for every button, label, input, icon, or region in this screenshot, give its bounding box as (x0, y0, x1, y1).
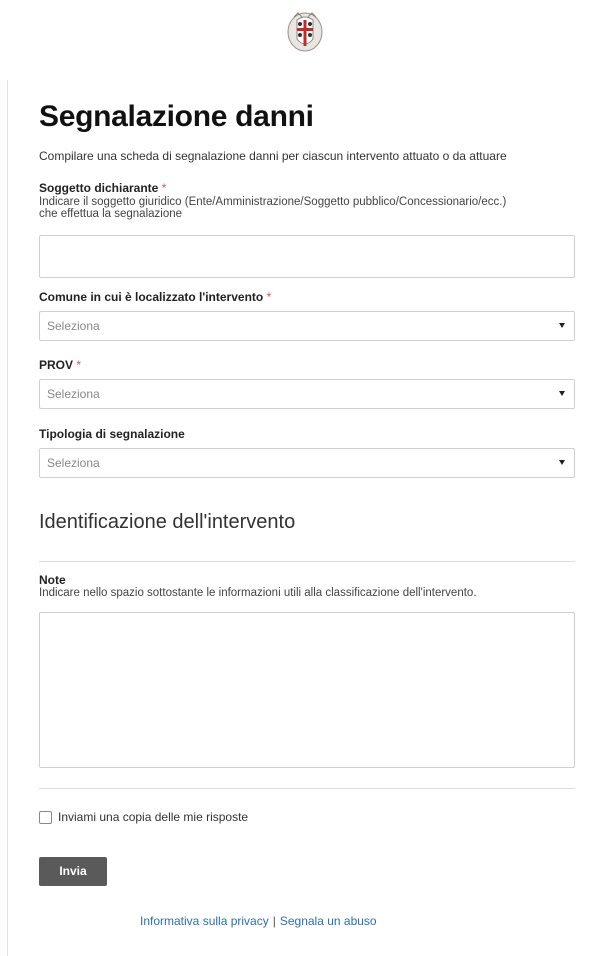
comune-select[interactable]: Seleziona (39, 311, 575, 341)
comune-label: Comune in cui è localizzato l'intervento… (39, 290, 271, 304)
soggetto-help-line2: che effettua la segnalazione (39, 208, 183, 220)
soggetto-input[interactable] (39, 235, 575, 278)
note-help: Indicare nello spazio sottostante le inf… (39, 587, 477, 599)
submit-button[interactable]: Invia (39, 857, 107, 886)
page-title: Segnalazione danni (39, 100, 314, 133)
chevron-down-icon (559, 391, 565, 396)
soggetto-label-text: Soggetto dichiarante (39, 181, 159, 195)
prov-label: PROV * (39, 358, 81, 372)
privacy-link[interactable]: Informativa sulla privacy (140, 914, 269, 928)
note-label: Note (39, 573, 66, 587)
required-mark: * (161, 181, 167, 195)
prov-select-value: Seleziona (47, 387, 100, 401)
form-description: Compilare una scheda di segnalazione dan… (39, 149, 507, 163)
sardinia-coat-of-arms-icon (287, 12, 323, 52)
abuse-link[interactable]: Segnala un abuso (280, 914, 377, 928)
tipologia-label: Tipologia di segnalazione (39, 427, 185, 441)
copy-checkbox-label[interactable]: Inviami una copia delle mie risposte (58, 810, 248, 824)
left-border (7, 80, 8, 956)
tipologia-select[interactable]: Seleziona (39, 448, 575, 478)
footer-separator: | (272, 914, 276, 928)
footer-links: Informativa sulla privacy | Segnala un abu… (140, 914, 377, 928)
comune-select-value: Seleziona (47, 319, 100, 333)
note-textarea[interactable] (39, 612, 575, 768)
chevron-down-icon (559, 460, 565, 465)
soggetto-label: Soggetto dichiarante * (39, 181, 166, 195)
divider (39, 561, 575, 562)
divider (39, 788, 575, 789)
prov-label-text: PROV (39, 358, 74, 372)
copy-checkbox[interactable] (39, 811, 52, 824)
required-mark: * (266, 290, 272, 304)
tipologia-select-value: Seleziona (47, 456, 100, 470)
section-title: Identificazione dell'intervento (39, 511, 296, 533)
soggetto-help-line1: Indicare il soggetto giuridico (Ente/Amm… (39, 196, 507, 208)
required-mark: * (76, 358, 82, 372)
comune-label-text: Comune in cui è localizzato l'intervento (39, 290, 264, 304)
chevron-down-icon (559, 323, 565, 328)
prov-select[interactable]: Seleziona (39, 379, 575, 409)
